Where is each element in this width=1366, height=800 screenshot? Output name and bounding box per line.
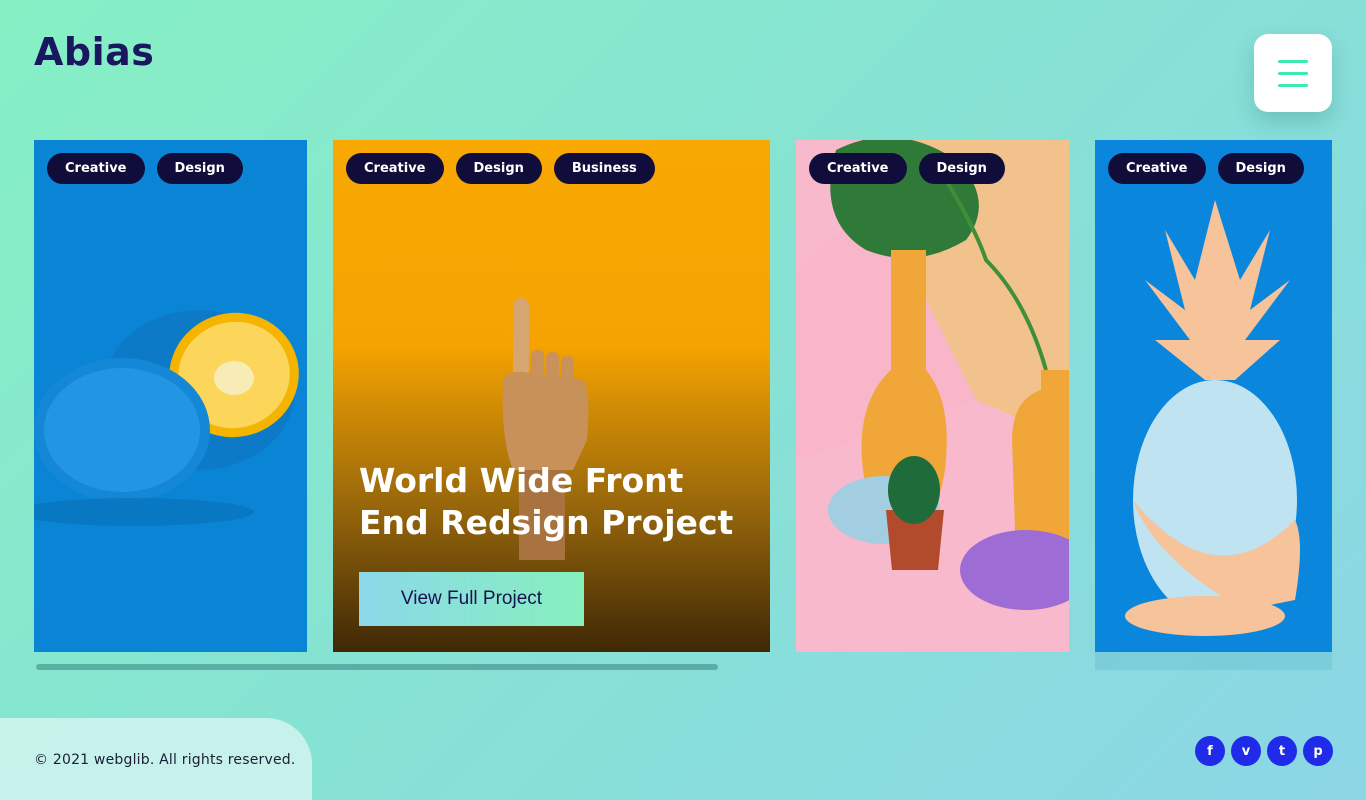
pinterest-icon[interactable]: p (1303, 736, 1333, 766)
hamburger-menu-button[interactable] (1254, 34, 1332, 112)
tag-chip[interactable]: Creative (1108, 153, 1206, 184)
tag-chip[interactable]: Creative (809, 153, 907, 184)
tag-chip[interactable]: Creative (47, 153, 145, 184)
copyright-text: © 2021 webglib. All rights reserved. (34, 752, 296, 768)
painted-pineapple-photo (1125, 200, 1300, 636)
vimeo-icon[interactable]: v (1231, 736, 1261, 766)
card-shadow (1095, 652, 1332, 670)
project-card[interactable]: Creative Design (1095, 140, 1332, 652)
tag-chip[interactable]: Creative (346, 153, 444, 184)
vases-cactus-photo (796, 140, 1069, 610)
tag-chip[interactable]: Business (553, 153, 655, 184)
facebook-icon[interactable]: f (1195, 736, 1225, 766)
project-card[interactable]: Creative Design (34, 140, 307, 652)
featured-project-card[interactable]: Creative Design Business World Wide Fron… (333, 140, 770, 652)
tag-chip[interactable]: Design (156, 153, 243, 184)
twitter-icon[interactable]: t (1267, 736, 1297, 766)
horizontal-scrollbar[interactable] (36, 664, 718, 670)
brand-logo[interactable]: Abias (34, 30, 154, 74)
blue-orange-photo (34, 310, 299, 526)
tag-chip[interactable]: Design (918, 153, 1005, 184)
view-full-project-button[interactable]: View Full Project (359, 572, 584, 626)
social-links: f v t p (1195, 736, 1333, 766)
project-card[interactable]: Creative Design (796, 140, 1069, 652)
project-title: World Wide Front End Redsign Project (359, 461, 734, 542)
tag-chip[interactable]: Design (455, 153, 542, 184)
hamburger-menu-icon (1278, 59, 1308, 63)
tag-chip[interactable]: Design (1217, 153, 1304, 184)
